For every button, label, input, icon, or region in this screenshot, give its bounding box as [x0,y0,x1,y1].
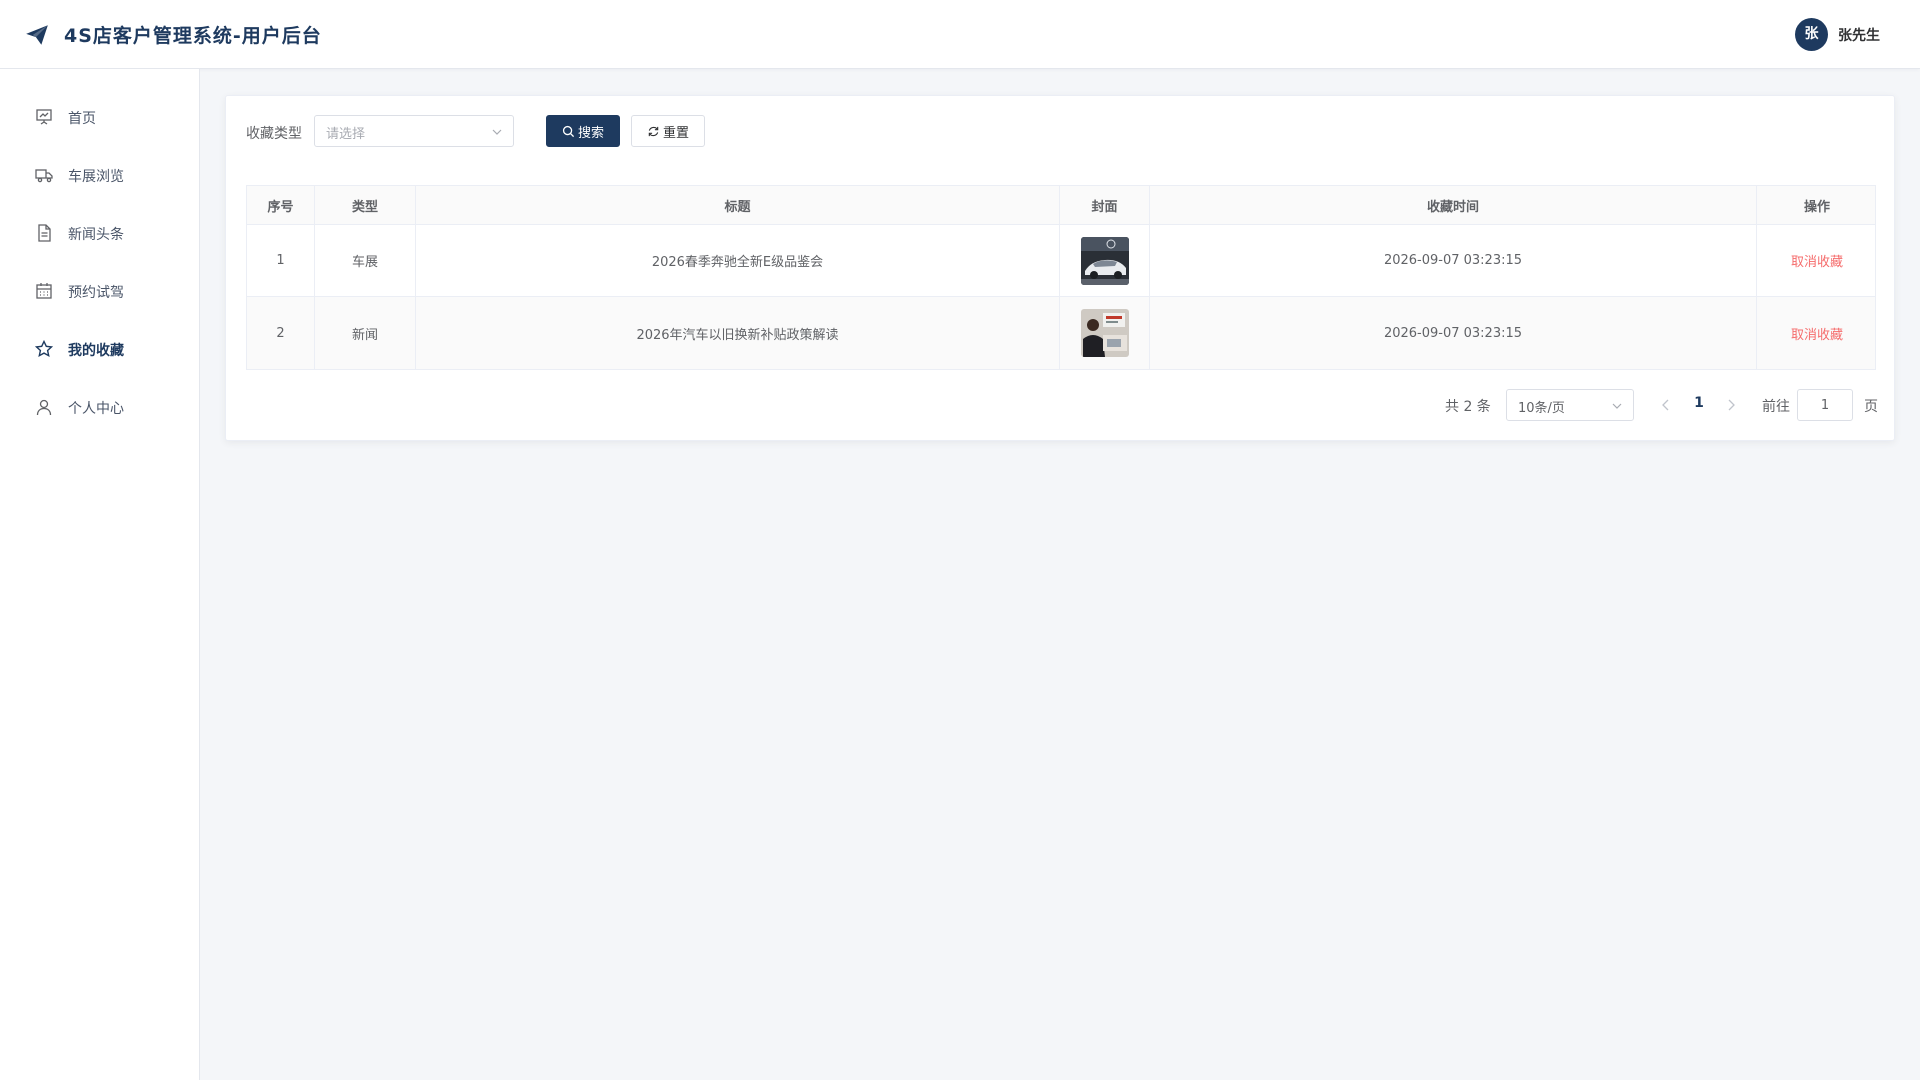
sidebar-item-label: 车展浏览 [68,169,124,185]
paper-plane-icon [26,25,48,45]
chevron-down-icon [492,129,502,135]
column-header: 序号 [247,186,315,224]
sidebar-item-label: 个人中心 [68,401,124,417]
sidebar-item-home[interactable]: 首页 [0,88,199,146]
row-title: 2026年汽车以旧换新补贴政策解读 [416,297,1060,369]
page-number-current[interactable]: 1 [1684,395,1714,411]
favorite-type-select[interactable]: 请选择 [314,115,514,147]
row-type: 新闻 [315,297,416,369]
chevron-left-icon[interactable] [1658,397,1674,413]
table-row: 2 新闻 2026年汽车以旧换新补贴政策解读 2026-09-07 03:23:… [247,297,1875,369]
cover-cell [1060,297,1150,369]
table-header-row: 序号 类型 标题 封面 收藏时间 操作 [247,186,1875,225]
reset-button[interactable]: 重置 [631,115,705,147]
row-index: 1 [247,225,315,296]
avatar[interactable]: 张 [1795,18,1828,51]
username[interactable]: 张先生 [1838,25,1880,45]
pagination: 共 2 条 10条/页 1 前往 页 [226,389,1894,421]
unfavorite-button[interactable]: 取消收藏 [1791,324,1843,343]
goto-label: 前往 [1762,399,1790,415]
user-icon [36,399,52,416]
sidebar-item-label: 我的收藏 [68,343,124,359]
filter-type-label: 收藏类型 [246,126,302,142]
column-header: 收藏时间 [1150,186,1757,224]
cover-thumbnail[interactable] [1080,236,1129,285]
truck-icon [35,169,53,183]
cover-cell [1060,225,1150,296]
search-button-label: 搜索 [577,125,604,141]
row-action-cell: 取消收藏 [1757,225,1877,296]
favorites-table: 序号 类型 标题 封面 收藏时间 操作 1 车展 2026春季奔驰全新E级品鉴会 [246,185,1876,370]
search-button[interactable]: 搜索 [546,115,620,147]
page-size-value: 10条/页 [1518,401,1565,416]
row-action-cell: 取消收藏 [1757,297,1877,369]
row-index: 2 [247,297,315,369]
select-placeholder: 请选择 [326,127,366,142]
row-title: 2026春季奔驰全新E级品鉴会 [416,225,1060,296]
chevron-right-icon[interactable] [1723,397,1739,413]
column-header: 封面 [1060,186,1150,224]
unfavorite-button[interactable]: 取消收藏 [1791,251,1843,270]
top-header: 4S店客户管理系统-用户后台 张 张先生 [0,0,1920,69]
app-title: 4S店客户管理系统-用户后台 [64,25,322,47]
sidebar-item-label: 预约试驾 [68,285,124,301]
table-row: 1 车展 2026春季奔驰全新E级品鉴会 2026-09-07 03:23:15… [247,225,1875,297]
column-header: 操作 [1803,199,1830,215]
pagination-total: 共 2 条 [1445,399,1491,415]
goto-page-input[interactable] [1797,389,1853,421]
row-type: 车展 [315,225,416,296]
sidebar-item-label: 首页 [68,111,96,127]
sidebar-item-label: 新闻头条 [68,227,124,243]
sidebar-item-test-drive[interactable]: 预约试驾 [0,262,199,320]
row-time: 2026-09-07 03:23:15 [1150,225,1757,296]
favorites-card: 收藏类型 请选择 搜索 重置 序号 类型 标题 封面 收藏时间 操作 1 车展 … [225,95,1895,441]
sidebar-item-favorites[interactable]: 我的收藏 [0,320,199,378]
chevron-down-icon [1612,403,1622,409]
search-icon [562,125,575,137]
column-header: 类型 [315,186,416,224]
document-icon [38,224,51,242]
goto-suffix: 页 [1864,399,1878,415]
reset-button-label: 重置 [662,125,689,141]
calendar-icon [36,283,52,299]
sidebar-item-news[interactable]: 新闻头条 [0,204,199,262]
row-time: 2026-09-07 03:23:15 [1150,297,1757,369]
sidebar: 首页 车展浏览 新闻头条 预约试驾 我的收藏 个人中心 [0,69,200,1080]
refresh-icon [648,126,659,136]
sidebar-item-car-show[interactable]: 车展浏览 [0,146,199,204]
page-size-select[interactable]: 10条/页 [1506,389,1634,421]
presentation-icon [36,109,52,125]
sidebar-item-profile[interactable]: 个人中心 [0,378,199,436]
star-icon [34,339,54,358]
column-header: 标题 [416,186,1060,224]
cover-thumbnail[interactable] [1080,309,1129,357]
